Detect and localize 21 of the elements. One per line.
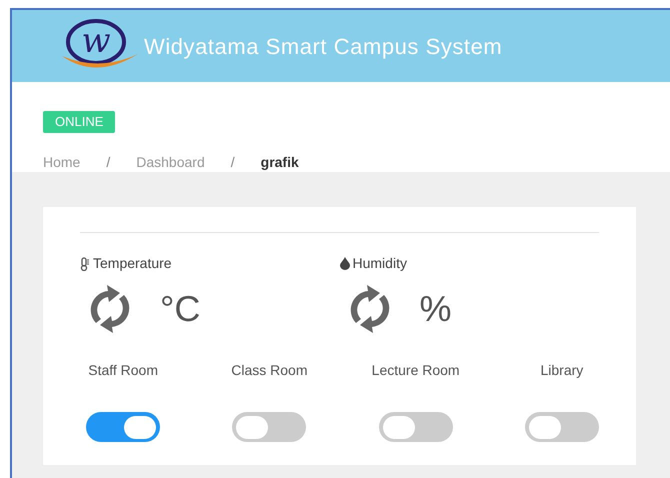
toggle-switch[interactable] — [378, 412, 453, 442]
sensor-label: Humidity — [352, 254, 407, 273]
drop-icon — [340, 257, 350, 270]
toggle-switch[interactable] — [232, 412, 306, 442]
room-label: Library — [539, 361, 584, 380]
toggle-switch[interactable] — [524, 412, 599, 442]
status-badge: ONLINE — [43, 111, 116, 132]
breadcrumb-separator: / — [230, 153, 236, 172]
breadcrumb-link[interactable]: grafik — [260, 152, 299, 173]
room-label: Class Room — [230, 361, 308, 380]
app-title: Widyatama Smart Campus System — [144, 32, 502, 61]
breadcrumb-link[interactable]: Dashboard — [136, 152, 205, 173]
breadcrumb-link[interactable]: Home — [43, 152, 80, 173]
sensor-label: Temperature — [93, 254, 172, 273]
room-label: Staff Room — [87, 361, 160, 380]
thermometer-icon — [80, 256, 90, 270]
breadcrumb-separator: / — [105, 153, 112, 172]
room-label: Lecture Room — [372, 361, 460, 380]
sensor-unit: % — [420, 287, 452, 331]
sensor-unit: °C — [160, 287, 200, 331]
toggle-switch[interactable] — [86, 412, 160, 442]
